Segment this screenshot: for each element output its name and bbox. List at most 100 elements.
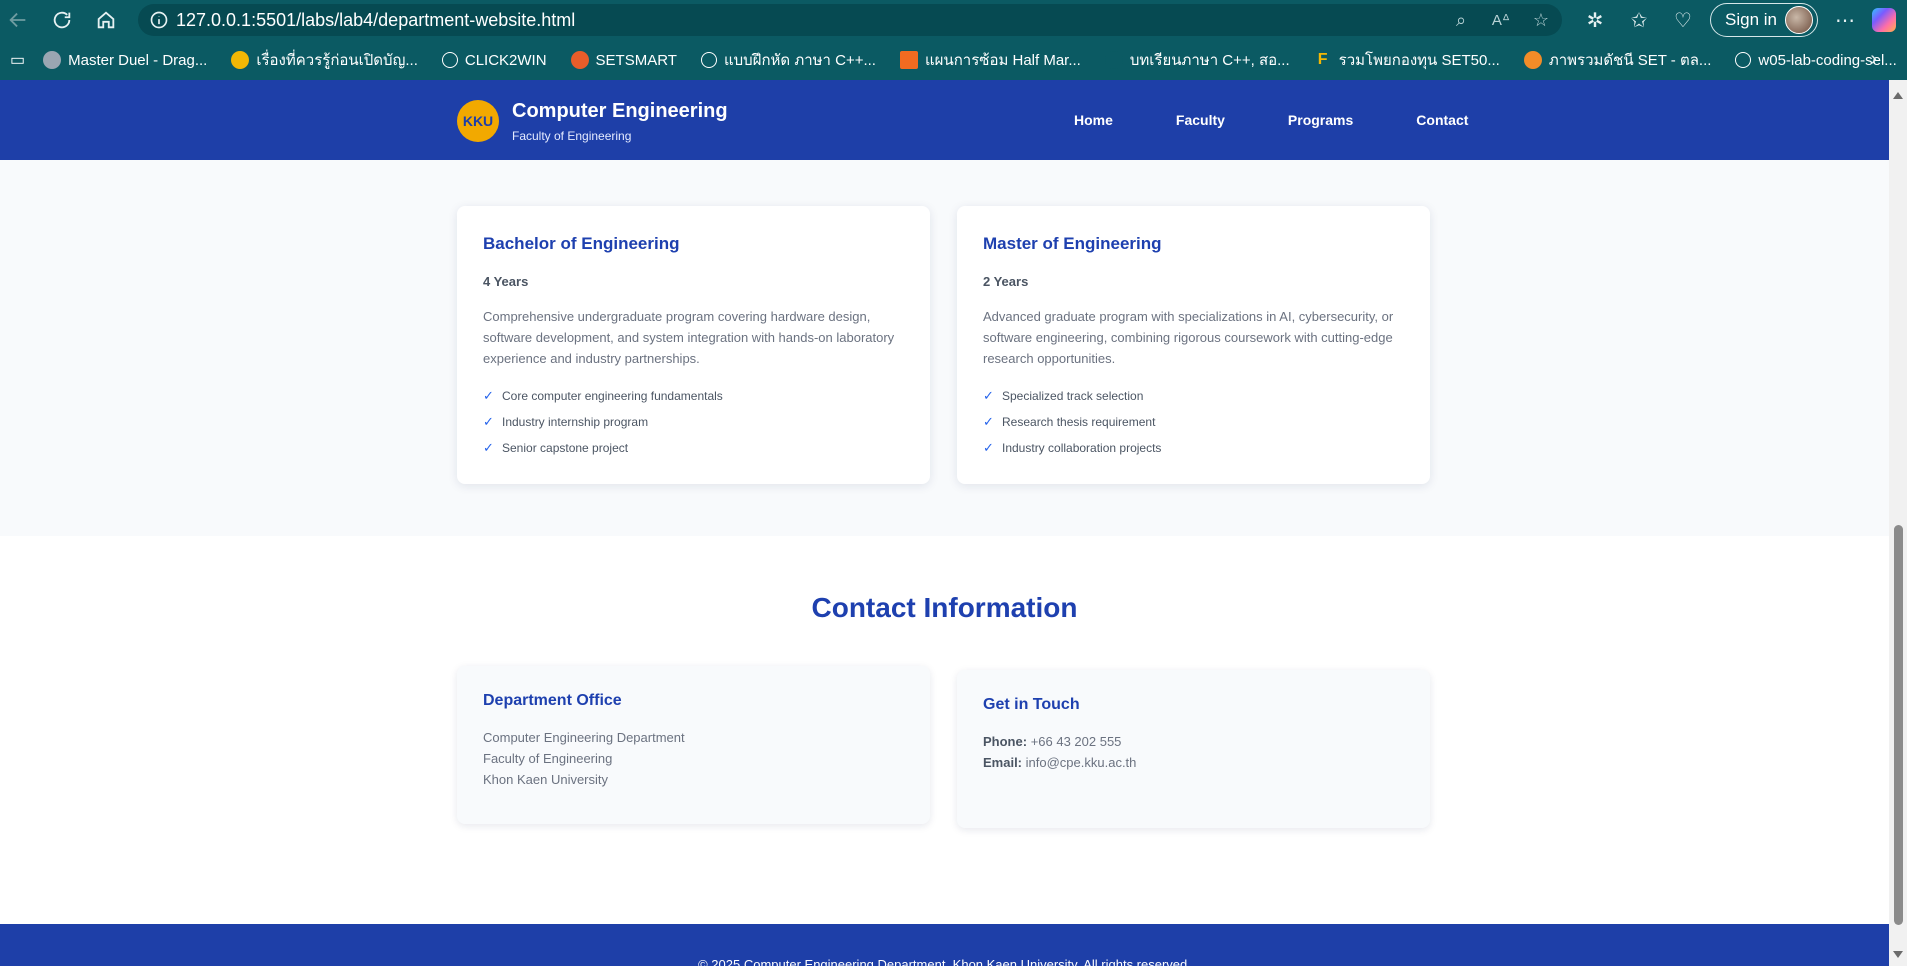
program-description: Advanced graduate program with specializ… (983, 309, 1394, 366)
globe-icon (1735, 52, 1752, 68)
feature-item: ✓ Core computer engineering fundamentals (483, 383, 904, 409)
setsmart-icon (570, 51, 589, 69)
email-line: Email: info@cpe.kku.ac.th (983, 752, 1404, 773)
feature-label: Senior capstone project (502, 441, 629, 455)
bookmark-label: Master Duel - Drag... (68, 51, 208, 69)
bookmark-item[interactable]: ภาพรวมดัชนี SET - ตล... (1523, 48, 1712, 72)
bookmarks-bar: ▭ Master Duel - Drag... เรื่องที่ควรรู้ก่… (0, 40, 1907, 80)
program-title: Bachelor of Engineering (483, 234, 680, 253)
nav-home[interactable]: Home (1074, 112, 1113, 128)
program-card-bachelor: Bachelor of Engineering 4 Years Comprehe… (457, 206, 930, 484)
blank-icon (1104, 51, 1123, 69)
copilot-icon[interactable] (1871, 8, 1896, 32)
zoom-icon[interactable]: ⌕ (1448, 7, 1474, 33)
globe-icon (700, 52, 717, 68)
phone-label: Phone: (983, 734, 1028, 749)
office-line: Khon Kaen University (483, 772, 609, 787)
refresh-icon[interactable] (44, 2, 80, 38)
nav-programs[interactable]: Programs (1288, 112, 1353, 128)
chevron-right-icon[interactable]: › (1870, 48, 1877, 71)
page-scrollbar[interactable] (1889, 80, 1907, 966)
touch-heading: Get in Touch (983, 696, 1080, 713)
scroll-up-icon[interactable] (1893, 92, 1903, 99)
checkmark-icon: ✓ (483, 414, 494, 429)
bookmark-label: บทเรียนภาษา C++, สอ... (1129, 52, 1290, 69)
extensions-icon[interactable]: ✲ (1578, 3, 1612, 37)
bookmark-item[interactable]: แผนการซ้อม Half Mar... (899, 48, 1081, 72)
office-line: Computer Engineering Department (483, 730, 685, 745)
game-icon (43, 51, 62, 69)
department-office-card: Department Office Computer Engineering D… (457, 666, 930, 824)
scroll-down-icon[interactable] (1893, 951, 1903, 958)
phone-line: Phone: +66 43 202 555 (983, 731, 1404, 752)
bookmark-item[interactable]: บทเรียนภาษา C++, สอ... (1104, 48, 1290, 72)
feature-label: Industry collaboration projects (1002, 441, 1162, 455)
email-value[interactable]: info@cpe.kku.ac.th (1026, 755, 1137, 770)
collections-icon[interactable]: ▭ (10, 50, 25, 70)
feature-item: ✓ Industry internship program (483, 409, 904, 435)
bookmark-item[interactable]: F รวมโพยกองทุน SET50... (1314, 48, 1500, 72)
favorites-icon[interactable]: ✩ (1622, 3, 1656, 37)
bookmark-label: แผนการซ้อม Half Mar... (924, 52, 1081, 69)
bookmark-label: ภาพรวมดัชนี SET - ตล... (1548, 52, 1712, 69)
avatar (1784, 6, 1813, 34)
feature-label: Core computer engineering fundamentals (502, 389, 723, 403)
back-arrow-icon[interactable] (0, 2, 36, 38)
checkmark-icon: ✓ (483, 388, 494, 403)
bookmark-item[interactable]: CLICK2WIN (441, 51, 547, 69)
bank-icon (231, 51, 250, 69)
favorite-star-icon[interactable]: ☆ (1528, 7, 1554, 33)
url-text[interactable]: 127.0.0.1:5501/labs/lab4/department-webs… (176, 10, 575, 31)
program-duration: 4 Years (483, 274, 529, 289)
sign-in-label: Sign in (1725, 10, 1777, 29)
site-header: KKU Computer Engineering Faculty of Engi… (0, 80, 1889, 160)
checkmark-icon: ✓ (983, 440, 994, 455)
footer-copyright: © 2025 Computer Engineering Department, … (698, 957, 1191, 966)
nav-contact[interactable]: Contact (1416, 112, 1468, 128)
program-card-master: Master of Engineering 2 Years Advanced g… (957, 206, 1430, 484)
feature-item: ✓ Senior capstone project (483, 435, 904, 461)
bookmark-label: เรื่องที่ควรรู้ก่อนเปิดบัญ... (256, 52, 418, 69)
read-aloud-icon[interactable]: Aᐞ (1488, 7, 1514, 33)
address-bar[interactable]: 127.0.0.1:5501/labs/lab4/department-webs… (138, 4, 1562, 36)
bookmark-label: CLICK2WIN (464, 51, 547, 69)
feature-label: Specialized track selection (1002, 389, 1144, 403)
bookmark-item[interactable]: แบบฝึกหัด ภาษา C++... (700, 48, 876, 72)
feature-item: ✓ Industry collaboration projects (983, 435, 1404, 461)
f-letter-icon: F (1317, 51, 1328, 68)
site-footer: © 2025 Computer Engineering Department, … (0, 924, 1889, 966)
page-viewport: KKU Computer Engineering Faculty of Engi… (0, 80, 1889, 966)
home-icon[interactable] (88, 2, 124, 38)
bookmark-item[interactable]: Master Duel - Drag... (43, 51, 207, 69)
program-title: Master of Engineering (983, 234, 1162, 253)
nav-faculty[interactable]: Faculty (1176, 112, 1225, 128)
browser-toolbar: 127.0.0.1:5501/labs/lab4/department-webs… (0, 0, 1907, 40)
office-line: Faculty of Engineering (483, 751, 613, 766)
feature-label: Industry internship program (502, 415, 649, 429)
orange-square-icon (899, 51, 918, 69)
bookmark-label: รวมโพยกองทุน SET50... (1338, 52, 1500, 69)
program-features: ✓ Specialized track selection ✓ Research t… (983, 383, 1404, 461)
program-duration: 2 Years (983, 274, 1029, 289)
scroll-thumb[interactable] (1894, 525, 1903, 925)
feature-item: ✓ Specialized track selection (983, 383, 1404, 409)
sign-in-button[interactable]: Sign in (1710, 3, 1818, 37)
email-label: Email: (983, 755, 1023, 770)
bookmark-label: แบบฝึกหัด ภาษา C++... (723, 52, 876, 69)
site-subtitle: Faculty of Engineering (512, 129, 632, 143)
health-icon[interactable]: ♡ (1666, 3, 1700, 37)
checkmark-icon: ✓ (483, 440, 494, 455)
bookmark-item[interactable]: SETSMART (570, 51, 677, 69)
set-index-icon (1523, 51, 1542, 69)
bookmark-item[interactable]: เรื่องที่ควรรู้ก่อนเปิดบัญ... (231, 48, 418, 72)
checkmark-icon: ✓ (983, 414, 994, 429)
more-menu-icon[interactable]: ⋯ (1828, 3, 1862, 37)
kku-logo: KKU (457, 100, 499, 142)
phone-value: +66 43 202 555 (1030, 734, 1122, 749)
site-info-icon[interactable] (142, 4, 176, 36)
globe-icon (441, 52, 458, 68)
programs-section: Bachelor of Engineering 4 Years Comprehe… (0, 160, 1889, 536)
checkmark-icon: ✓ (983, 388, 994, 403)
contact-title: Contact Information (811, 592, 1078, 623)
office-heading: Department Office (483, 692, 622, 709)
